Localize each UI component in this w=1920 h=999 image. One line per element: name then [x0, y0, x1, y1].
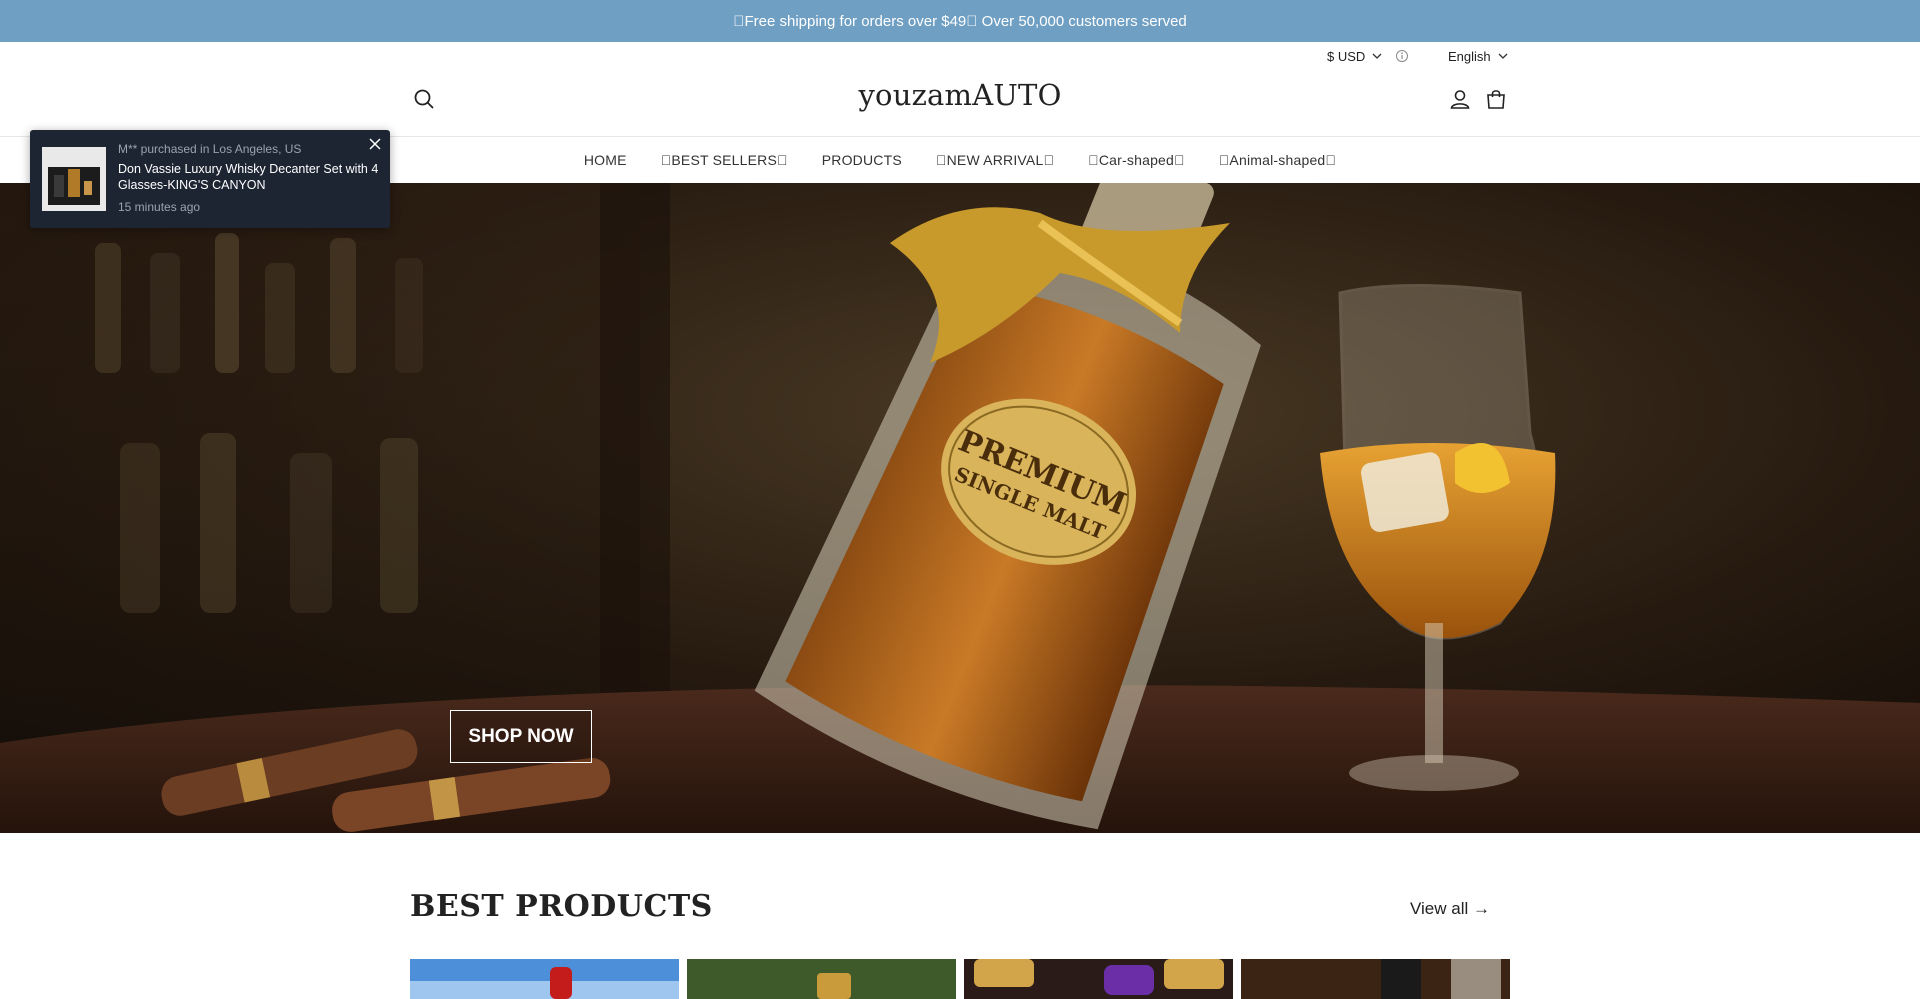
purchase-location: M** purchased in Los Angeles, US [118, 142, 302, 156]
shop-now-button[interactable]: SHOP NOW [450, 710, 592, 763]
product-thumbnail[interactable] [42, 147, 106, 211]
product-image [687, 959, 956, 999]
product-card[interactable] [964, 959, 1233, 999]
product-image [410, 959, 679, 999]
product-card[interactable] [687, 959, 956, 999]
purchase-time: 15 minutes ago [118, 200, 201, 214]
purchased-product-name[interactable]: Don Vassie Luxury Whisky Decanter Set wi… [118, 161, 380, 193]
nav-item-home[interactable]: HOME [567, 152, 644, 168]
language-label: English [1448, 48, 1491, 64]
close-icon[interactable] [368, 137, 382, 151]
product-image [42, 147, 106, 211]
product-card[interactable] [410, 959, 679, 999]
product-image [1241, 959, 1510, 999]
hero-image: PREMIUM SINGLE MALT [0, 183, 1920, 833]
currency-label: $ USD [1327, 48, 1366, 64]
recent-purchase-popup[interactable]: M** purchased in Los Angeles, US Don Vas… [30, 130, 390, 228]
view-all-link[interactable]: View all → [1410, 899, 1490, 919]
cart-icon[interactable] [1484, 87, 1508, 111]
section-title: BEST PRODUCTS [410, 889, 713, 924]
nav-item-best-sellers[interactable]:  BEST SELLERS  [644, 152, 805, 168]
product-card[interactable] [1241, 959, 1510, 999]
account-icon[interactable] [1448, 87, 1472, 111]
chevron-down-icon [1372, 53, 1382, 59]
header: $ USD English youzamAUTO [0, 42, 1920, 137]
language-selector[interactable]: English [1448, 45, 1509, 67]
announcement-bar:  Free shipping for orders over $49  Over… [0, 0, 1920, 42]
hero-banner: PREMIUM SINGLE MALT SHOP NOW [0, 183, 1920, 833]
site-logo[interactable]: youzamAUTO [0, 78, 1920, 112]
info-icon[interactable] [1395, 49, 1409, 63]
currency-selector[interactable]: $ USD [1327, 45, 1409, 67]
announcement-text:  Free shipping for orders over $49  Over… [733, 12, 1187, 30]
nav-item-new-arrival[interactable]:  NEW ARRIVAL  [919, 152, 1071, 168]
best-products-section: BEST PRODUCTS View all → [0, 833, 1920, 999]
view-all-label: View all → [1410, 899, 1490, 918]
chevron-down-icon [1498, 53, 1508, 59]
nav-item-animal-shaped[interactable]:  Animal-shaped  [1202, 152, 1353, 168]
product-image [964, 959, 1233, 999]
nav-item-car-shaped[interactable]:  Car-shaped  [1071, 152, 1202, 168]
nav-item-products[interactable]: PRODUCTS [805, 152, 919, 168]
